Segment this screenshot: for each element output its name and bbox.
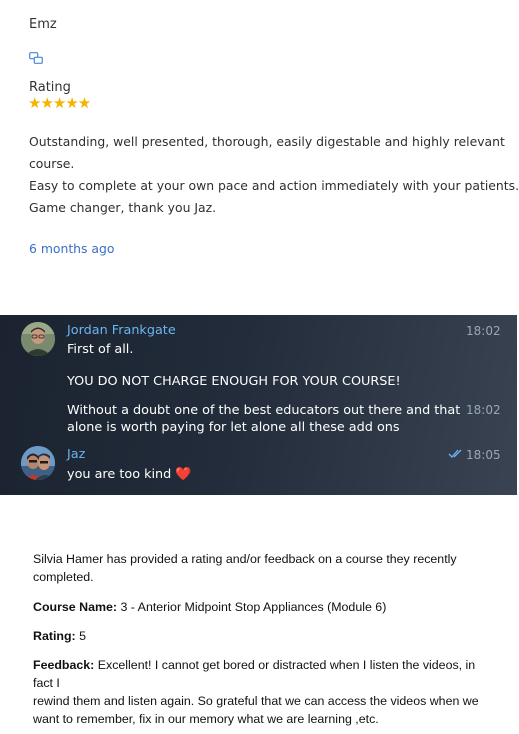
course-name-value: 3 - Anterior Midpoint Stop Appliances (M… [120,600,387,614]
avatar[interactable] [21,322,55,356]
star-rating: ★★★★★ [28,94,91,112]
review-text: Outstanding, well presented, thorough, e… [29,131,519,219]
message-time: 18:02 [466,403,501,417]
chat-bubbles-icon[interactable] [29,52,43,65]
review-timestamp[interactable]: 6 months ago [29,241,114,256]
heart-emoji: ❤️ [175,467,192,482]
message-text: First of all. [67,342,134,357]
message-time: 18:05 [466,448,501,462]
message-text: you are too kind ❤️ [67,466,192,483]
rating-value: 5 [79,629,87,643]
avatar[interactable] [21,446,55,480]
rating-label: Rating: [33,629,76,643]
course-name-label: Course Name: [33,600,118,614]
rating-row: Rating: 5 [33,627,493,645]
feedback-row: Feedback: Excellent! I cannot get bored … [33,656,493,728]
sender-name[interactable]: Jordan Frankgate [67,323,176,338]
review-line: Game changer, thank you Jaz. [29,200,217,215]
review-line: Easy to complete at your own pace and ac… [29,178,519,193]
review-line: course. [29,156,75,171]
feedback-line: want to remember, fix in our memory what… [33,712,379,726]
review-line: Outstanding, well presented, thorough, e… [29,134,505,149]
feedback-line: rewind them and listen again. So gratefu… [33,694,479,708]
feedback-intro: Silvia Hamer has provided a rating and/o… [33,550,493,586]
person-avatar-icon [21,322,55,356]
feedback-label: Feedback: [33,658,95,672]
couple-avatar-icon [21,446,55,480]
message-text: Without a doubt one of the best educator… [67,403,461,418]
intro-line: completed. [33,570,94,584]
chat-panel: Jordan Frankgate 18:02 First of all. YOU… [0,315,517,495]
sender-name[interactable]: Jaz [67,447,85,462]
message-body: you are too kind [67,467,172,482]
course-name-row: Course Name: 3 - Anterior Midpoint Stop … [33,598,493,616]
feedback-line: Excellent! I cannot get bored or distrac… [33,658,476,690]
double-check-icon [448,449,462,458]
message-text: YOU DO NOT CHARGE ENOUGH FOR YOUR COURSE… [67,374,401,389]
message-text: alone is worth paying for let alone all … [67,420,400,435]
message-time: 18:02 [466,324,501,338]
intro-line: Silvia Hamer has provided a rating and/o… [33,552,457,566]
rating-label: Rating [29,80,71,95]
reviewer-name: Emz [29,17,57,32]
